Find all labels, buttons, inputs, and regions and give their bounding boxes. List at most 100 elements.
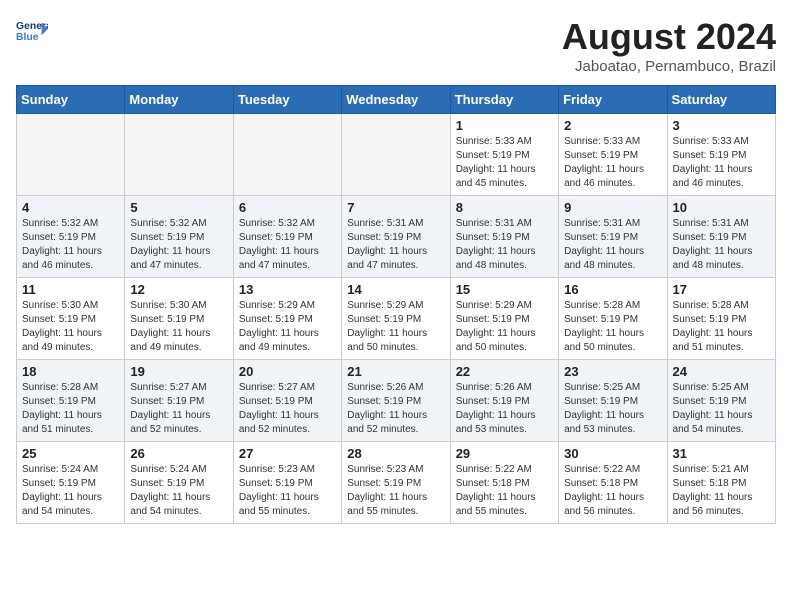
calendar-cell: 14 Sunrise: 5:29 AM Sunset: 5:19 PM Dayli… xyxy=(342,278,450,360)
calendar-cell: 4 Sunrise: 5:32 AM Sunset: 5:19 PM Daylig… xyxy=(17,196,125,278)
calendar-cell: 30Sunrise: 5:22 AM Sunset: 5:18 PM Dayli… xyxy=(559,442,667,524)
day-number: 6 xyxy=(239,200,336,215)
day-info: Sunrise: 5:24 AM Sunset: 5:19 PM Dayligh… xyxy=(130,463,227,519)
day-number: 8 xyxy=(456,200,553,215)
calendar-cell: 28 Sunrise: 5:23 AM Sunset: 5:19 PM Dayli… xyxy=(342,442,450,524)
calendar-week-row: 1 Sunrise: 5:33 AM Sunset: 5:19 PM Daylig… xyxy=(17,114,776,196)
day-number: 19 xyxy=(130,364,227,379)
day-info: Sunrise: 5:31 AM Sunset: 5:19 PM Dayligh… xyxy=(673,217,770,273)
calendar-cell: 3 Sunrise: 5:33 AM Sunset: 5:19 PM Daylig… xyxy=(667,114,775,196)
day-info: Sunrise: 5:21 AM Sunset: 5:18 PM Dayligh… xyxy=(673,463,770,519)
calendar-cell: 7 Sunrise: 5:31 AM Sunset: 5:19 PM Daylig… xyxy=(342,196,450,278)
calendar-cell: 21Sunrise: 5:26 AM Sunset: 5:19 PM Dayli… xyxy=(342,360,450,442)
logo-icon: General Blue xyxy=(16,16,48,48)
day-number: 5 xyxy=(130,200,227,215)
calendar-cell xyxy=(17,114,125,196)
calendar-cell: 19 Sunrise: 5:27 AM Sunset: 5:19 PM Dayli… xyxy=(125,360,233,442)
day-number: 15 xyxy=(456,282,553,297)
day-number: 31 xyxy=(673,446,770,461)
day-info: Sunrise: 5:31 AM Sunset: 5:19 PM Dayligh… xyxy=(456,217,553,273)
calendar-cell: 25 Sunrise: 5:24 AM Sunset: 5:19 PM Dayli… xyxy=(17,442,125,524)
day-info: Sunrise: 5:23 AM Sunset: 5:19 PM Dayligh… xyxy=(239,463,336,519)
calendar-cell: 23Sunrise: 5:25 AM Sunset: 5:19 PM Dayli… xyxy=(559,360,667,442)
calendar-cell: 22 Sunrise: 5:26 AM Sunset: 5:19 PM Dayli… xyxy=(450,360,558,442)
day-info: Sunrise: 5:26 AM Sunset: 5:19 PM Dayligh… xyxy=(456,381,553,437)
day-number: 1 xyxy=(456,118,553,133)
day-number: 2 xyxy=(564,118,661,133)
calendar-cell: 26 Sunrise: 5:24 AM Sunset: 5:19 PM Dayli… xyxy=(125,442,233,524)
day-info: Sunrise: 5:32 AM Sunset: 5:19 PM Dayligh… xyxy=(22,217,119,273)
calendar-cell: 24 Sunrise: 5:25 AM Sunset: 5:19 PM Dayli… xyxy=(667,360,775,442)
day-number: 11 xyxy=(22,282,119,297)
day-number: 27 xyxy=(239,446,336,461)
weekday-header: Tuesday xyxy=(233,86,341,114)
calendar-cell: 15 Sunrise: 5:29 AM Sunset: 5:19 PM Dayli… xyxy=(450,278,558,360)
day-info: Sunrise: 5:29 AM Sunset: 5:19 PM Dayligh… xyxy=(347,299,444,355)
weekday-header: Saturday xyxy=(667,86,775,114)
day-number: 20 xyxy=(239,364,336,379)
weekday-header: Friday xyxy=(559,86,667,114)
calendar-cell: 8 Sunrise: 5:31 AM Sunset: 5:19 PM Daylig… xyxy=(450,196,558,278)
calendar-cell: 9 Sunrise: 5:31 AM Sunset: 5:19 PM Daylig… xyxy=(559,196,667,278)
day-number: 7 xyxy=(347,200,444,215)
day-number: 14 xyxy=(347,282,444,297)
calendar-cell xyxy=(125,114,233,196)
calendar-cell: 29Sunrise: 5:22 AM Sunset: 5:18 PM Dayli… xyxy=(450,442,558,524)
weekday-header: Sunday xyxy=(17,86,125,114)
calendar-cell: 27 Sunrise: 5:23 AM Sunset: 5:19 PM Dayli… xyxy=(233,442,341,524)
day-info: Sunrise: 5:31 AM Sunset: 5:19 PM Dayligh… xyxy=(347,217,444,273)
calendar-cell: 1Sunrise: 5:33 AM Sunset: 5:19 PM Daylig… xyxy=(450,114,558,196)
calendar-week-row: 25 Sunrise: 5:24 AM Sunset: 5:19 PM Dayli… xyxy=(17,442,776,524)
day-number: 16 xyxy=(564,282,661,297)
day-info: Sunrise: 5:27 AM Sunset: 5:19 PM Dayligh… xyxy=(130,381,227,437)
day-info: Sunrise: 5:25 AM Sunset: 5:19 PM Dayligh… xyxy=(673,381,770,437)
logo: General Blue xyxy=(16,16,48,48)
calendar-cell: 10Sunrise: 5:31 AM Sunset: 5:19 PM Dayli… xyxy=(667,196,775,278)
title-area: August 2024 Jaboatao, Pernambuco, Brazil xyxy=(562,16,776,75)
calendar-cell: 18 Sunrise: 5:28 AM Sunset: 5:19 PM Dayli… xyxy=(17,360,125,442)
day-info: Sunrise: 5:31 AM Sunset: 5:19 PM Dayligh… xyxy=(564,217,661,273)
calendar-table: SundayMondayTuesdayWednesdayThursdayFrid… xyxy=(16,85,776,524)
calendar-cell: 17 Sunrise: 5:28 AM Sunset: 5:19 PM Dayli… xyxy=(667,278,775,360)
day-number: 29 xyxy=(456,446,553,461)
weekday-header-row: SundayMondayTuesdayWednesdayThursdayFrid… xyxy=(17,86,776,114)
calendar-title: August 2024 xyxy=(562,16,776,58)
calendar-cell: 11 Sunrise: 5:30 AM Sunset: 5:19 PM Dayli… xyxy=(17,278,125,360)
day-number: 24 xyxy=(673,364,770,379)
day-info: Sunrise: 5:28 AM Sunset: 5:19 PM Dayligh… xyxy=(673,299,770,355)
calendar-cell: 2 Sunrise: 5:33 AM Sunset: 5:19 PM Daylig… xyxy=(559,114,667,196)
day-number: 26 xyxy=(130,446,227,461)
calendar-cell: 31 Sunrise: 5:21 AM Sunset: 5:18 PM Dayli… xyxy=(667,442,775,524)
day-info: Sunrise: 5:28 AM Sunset: 5:19 PM Dayligh… xyxy=(564,299,661,355)
day-info: Sunrise: 5:23 AM Sunset: 5:19 PM Dayligh… xyxy=(347,463,444,519)
calendar-cell: 13Sunrise: 5:29 AM Sunset: 5:19 PM Dayli… xyxy=(233,278,341,360)
calendar-cell: 5Sunrise: 5:32 AM Sunset: 5:19 PM Daylig… xyxy=(125,196,233,278)
day-number: 4 xyxy=(22,200,119,215)
day-info: Sunrise: 5:26 AM Sunset: 5:19 PM Dayligh… xyxy=(347,381,444,437)
day-number: 30 xyxy=(564,446,661,461)
calendar-cell: 20Sunrise: 5:27 AM Sunset: 5:19 PM Dayli… xyxy=(233,360,341,442)
day-number: 23 xyxy=(564,364,661,379)
calendar-cell: 6Sunrise: 5:32 AM Sunset: 5:19 PM Daylig… xyxy=(233,196,341,278)
day-info: Sunrise: 5:28 AM Sunset: 5:19 PM Dayligh… xyxy=(22,381,119,437)
day-info: Sunrise: 5:29 AM Sunset: 5:19 PM Dayligh… xyxy=(456,299,553,355)
day-info: Sunrise: 5:33 AM Sunset: 5:19 PM Dayligh… xyxy=(673,135,770,191)
day-number: 22 xyxy=(456,364,553,379)
calendar-cell: 12Sunrise: 5:30 AM Sunset: 5:19 PM Dayli… xyxy=(125,278,233,360)
day-number: 25 xyxy=(22,446,119,461)
day-number: 28 xyxy=(347,446,444,461)
header: General Blue August 2024 Jaboatao, Perna… xyxy=(16,16,776,75)
day-number: 17 xyxy=(673,282,770,297)
day-info: Sunrise: 5:29 AM Sunset: 5:19 PM Dayligh… xyxy=(239,299,336,355)
day-number: 3 xyxy=(673,118,770,133)
day-info: Sunrise: 5:24 AM Sunset: 5:19 PM Dayligh… xyxy=(22,463,119,519)
day-number: 9 xyxy=(564,200,661,215)
day-number: 18 xyxy=(22,364,119,379)
calendar-cell xyxy=(233,114,341,196)
weekday-header: Monday xyxy=(125,86,233,114)
calendar-cell xyxy=(342,114,450,196)
calendar-week-row: 4 Sunrise: 5:32 AM Sunset: 5:19 PM Daylig… xyxy=(17,196,776,278)
calendar-week-row: 18 Sunrise: 5:28 AM Sunset: 5:19 PM Dayli… xyxy=(17,360,776,442)
day-info: Sunrise: 5:30 AM Sunset: 5:19 PM Dayligh… xyxy=(22,299,119,355)
day-info: Sunrise: 5:33 AM Sunset: 5:19 PM Dayligh… xyxy=(564,135,661,191)
